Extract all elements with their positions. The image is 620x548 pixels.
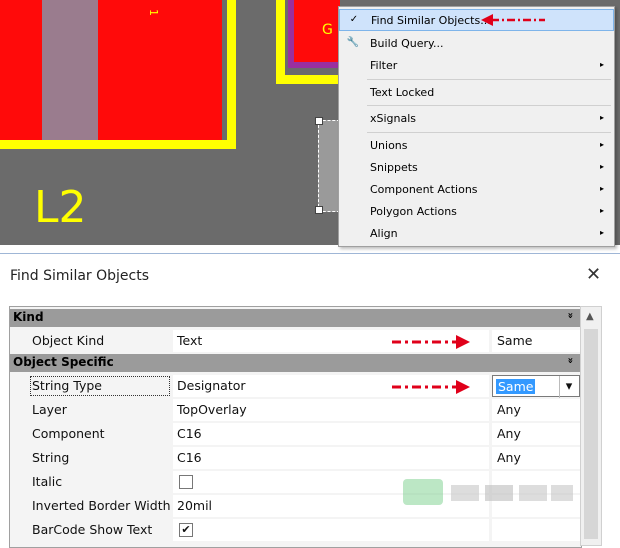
property-name: Inverted Border Width	[28, 494, 172, 518]
menu-item-unions[interactable]: Unions ▸	[339, 135, 614, 157]
property-name: Italic	[28, 470, 172, 494]
property-name: Object Kind	[28, 329, 172, 353]
selected-text-bbox[interactable]	[318, 120, 340, 212]
menu-item-align[interactable]: Align ▸	[339, 223, 614, 245]
menu-item-xsignals[interactable]: xSignals ▸	[339, 108, 614, 130]
pad-gap	[42, 0, 98, 140]
check-icon: ✓	[349, 14, 359, 25]
compare-selector[interactable]: Any	[492, 447, 580, 469]
annotation-arrow-icon	[392, 380, 470, 394]
submenu-arrow-icon: ▸	[600, 184, 605, 193]
compare-selector[interactable]: Any	[492, 423, 580, 445]
silkscreen-line	[276, 75, 346, 84]
watermark-logo	[403, 479, 573, 505]
annotation-arrow-icon	[481, 14, 545, 26]
compare-dropdown[interactable]: Same ▾	[492, 375, 580, 398]
property-row-string-type: String Type Designator Same ▾	[10, 374, 581, 398]
property-row-string: String C16 Any	[10, 446, 581, 470]
italic-checkbox[interactable]	[179, 474, 193, 489]
property-value: C16	[173, 447, 489, 469]
category-label: Object Specific	[13, 355, 114, 369]
submenu-arrow-icon: ▸	[600, 206, 605, 215]
rotated-label: 1	[147, 9, 160, 16]
property-value: C16	[173, 423, 489, 445]
vertical-scrollbar[interactable]: ▲	[580, 306, 602, 546]
dropdown-arrow-icon[interactable]: ▾	[559, 376, 578, 398]
scrollbar-thumb[interactable]	[584, 329, 598, 539]
menu-item-polygon-actions[interactable]: Polygon Actions ▸	[339, 201, 614, 223]
submenu-arrow-icon: ▸	[600, 60, 605, 69]
category-kind[interactable]: Kind »	[10, 309, 581, 327]
silkscreen-line	[227, 0, 236, 149]
menu-item-label: Unions	[370, 139, 408, 152]
category-label: Kind	[13, 310, 44, 324]
submenu-arrow-icon: ▸	[600, 113, 605, 122]
property-name: String	[28, 446, 172, 470]
property-row-object-kind: Object Kind Text Same	[10, 329, 581, 353]
property-row-component: Component C16 Any	[10, 422, 581, 446]
submenu-arrow-icon: ▸	[600, 228, 605, 237]
collapse-chevron-icon[interactable]: »	[565, 312, 576, 318]
pad-label: G	[322, 22, 333, 38]
menu-item-label: xSignals	[370, 112, 417, 125]
submenu-arrow-icon: ▸	[600, 162, 605, 171]
scroll-up-icon[interactable]: ▲	[586, 311, 594, 322]
property-value-cell: ✔	[173, 519, 489, 541]
property-name: BarCode Show Text	[28, 518, 172, 542]
menu-item-label: Align	[370, 227, 398, 240]
designator-label[interactable]: L2	[34, 182, 87, 233]
menu-item-label: Snippets	[370, 161, 418, 174]
pad	[294, 0, 340, 62]
close-icon[interactable]: ✕	[586, 264, 601, 285]
menu-item-label: Filter	[370, 59, 398, 72]
menu-item-text-locked[interactable]: Text Locked	[339, 82, 614, 104]
menu-item-snippets[interactable]: Snippets ▸	[339, 157, 614, 179]
menu-item-label: Component Actions	[370, 183, 478, 196]
silkscreen-line	[0, 140, 236, 149]
property-name: Component	[28, 422, 172, 446]
menu-item-label: Text Locked	[370, 86, 435, 99]
submenu-arrow-icon: ▸	[600, 140, 605, 149]
barcode-show-text-checkbox[interactable]: ✔	[179, 522, 193, 537]
property-name: String Type	[28, 374, 172, 398]
compare-selector[interactable]: Same	[492, 330, 580, 352]
menu-item-label: Find Similar Objects...	[371, 14, 491, 27]
selection-handle[interactable]	[315, 206, 323, 214]
selection-handle[interactable]	[315, 117, 323, 125]
menu-item-filter[interactable]: Filter ▸	[339, 55, 614, 77]
property-name: Layer	[28, 398, 172, 422]
compare-dropdown-value: Same	[496, 379, 536, 394]
menu-item-build-query[interactable]: 🔧 Build Query...	[339, 33, 614, 55]
pad	[0, 0, 42, 140]
annotation-arrow-icon	[392, 335, 470, 349]
menu-item-label: Polygon Actions	[370, 205, 457, 218]
property-row-layer: Layer TopOverlay Any	[10, 398, 581, 422]
menu-item-find-similar-objects[interactable]: ✓ Find Similar Objects...	[339, 9, 614, 31]
collapse-chevron-icon[interactable]: »	[565, 357, 576, 363]
context-menu: ✓ Find Similar Objects... 🔧 Build Query.…	[338, 6, 615, 247]
find-similar-objects-dialog: Find Similar Objects ✕ Kind » Object Kin…	[0, 253, 620, 548]
query-tool-icon: 🔧	[346, 37, 360, 48]
property-row-barcode-show-text: BarCode Show Text ✔	[10, 518, 581, 542]
compare-selector[interactable]: Any	[492, 399, 580, 421]
menu-separator	[367, 132, 611, 133]
silkscreen-line	[276, 0, 285, 84]
dialog-title: Find Similar Objects	[10, 268, 150, 284]
pad	[98, 0, 222, 140]
menu-item-component-actions[interactable]: Component Actions ▸	[339, 179, 614, 201]
menu-item-label: Build Query...	[370, 37, 444, 50]
menu-separator	[367, 79, 611, 80]
property-value: TopOverlay	[173, 399, 489, 421]
category-object-specific[interactable]: Object Specific »	[10, 354, 581, 372]
menu-separator	[367, 105, 611, 106]
compare-selector[interactable]	[492, 519, 580, 541]
